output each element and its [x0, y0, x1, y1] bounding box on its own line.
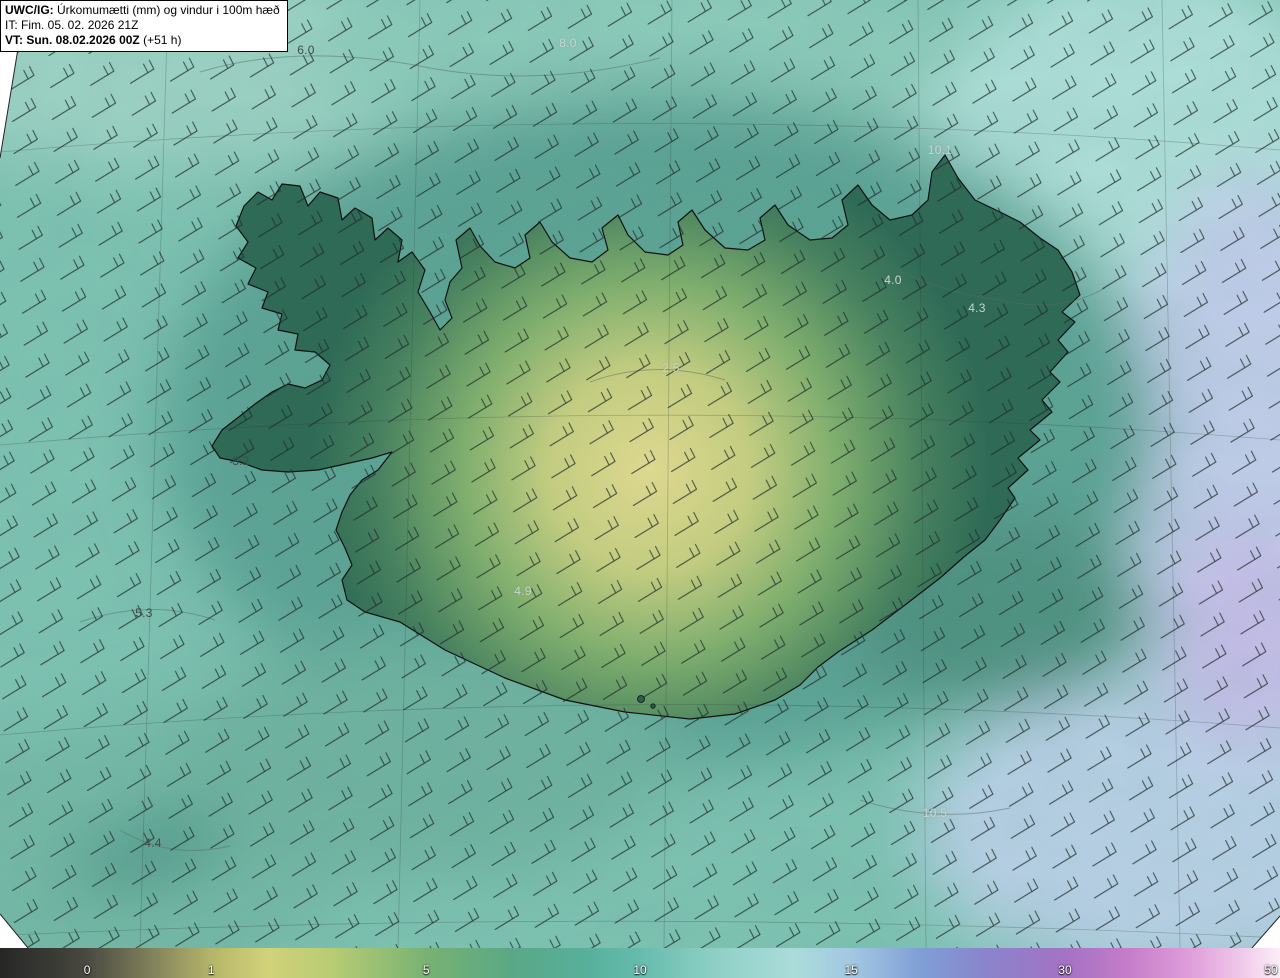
valid-label: VT: — [5, 33, 23, 47]
title-line: UWC/IG: Úrkomumætti (mm) og vindur i 100… — [5, 3, 280, 18]
colorbar-tick-label: 30 — [1058, 963, 1072, 977]
colorbar-tick-label: 15 — [844, 963, 858, 977]
init-time: IT: Fim. 05. 02. 2026 21Z — [5, 18, 139, 32]
colorbar-tick-label: 0 — [83, 963, 91, 977]
valid-time-line: VT: Sun. 08.02.2026 00Z (+51 h) — [5, 33, 280, 48]
map-canvas: 6.0 8.0 10.1 4.0 4.3 2.5 3.2 5.3 4.9 4.4 10.5 UWC/… — [0, 0, 1280, 948]
colorbar-tick-label: 10 — [633, 963, 647, 977]
map-title: Úrkomumætti (mm) og vindur i 100m hæð — [57, 3, 280, 17]
valid-time: Sun. 08.02.2026 00Z — [26, 33, 140, 47]
model-label: UWC/IG: — [5, 3, 54, 17]
colorbar-tick-label: 5 — [422, 963, 430, 977]
weather-map-page: 6.0 8.0 10.1 4.0 4.3 2.5 3.2 5.3 4.9 4.4 10.5 UWC/… — [0, 0, 1280, 978]
map-title-box: UWC/IG: Úrkomumætti (mm) og vindur i 100… — [0, 0, 288, 52]
precipitation-colorbar: 0 1 5 10 15 30 50 — [0, 948, 1280, 978]
colorbar-tick-label: 50 — [1264, 963, 1278, 977]
wind-barbs-layer — [0, 0, 1280, 948]
valid-offset: (+51 h) — [143, 33, 182, 47]
colorbar-tick-label: 1 — [207, 963, 215, 977]
precipitation-wind-map — [0, 0, 1280, 948]
